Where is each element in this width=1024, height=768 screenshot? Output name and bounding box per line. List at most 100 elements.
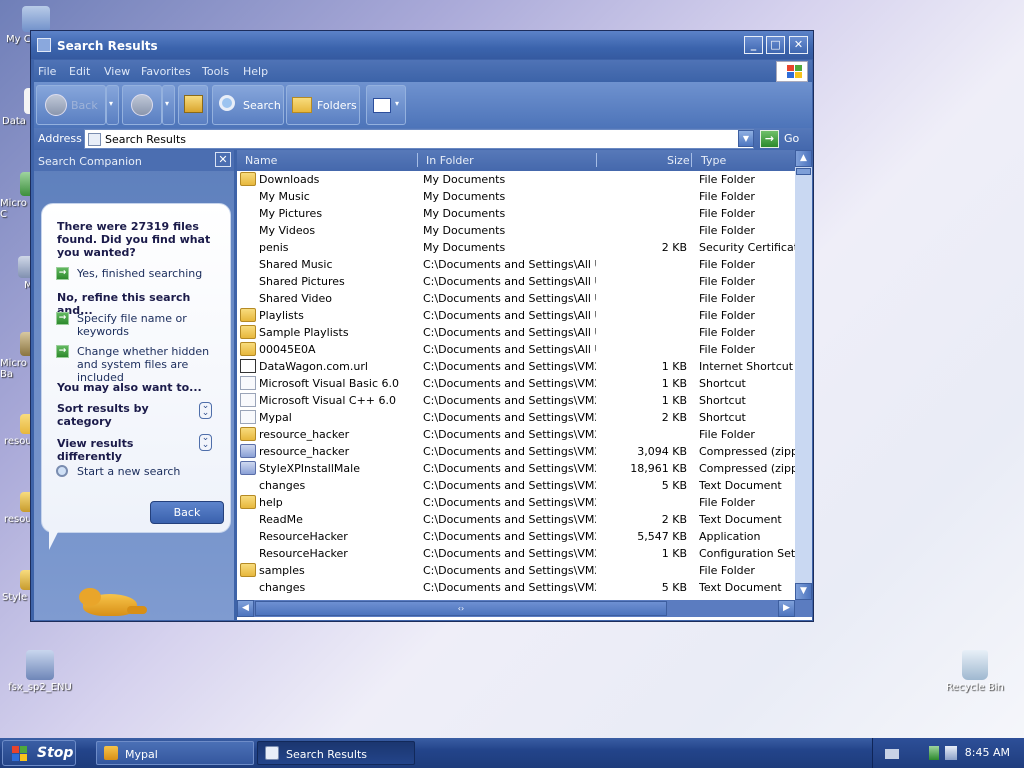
menu-favorites[interactable]: Favorites	[141, 65, 191, 78]
horizontal-scroll-thumb[interactable]: ‹›	[255, 601, 667, 616]
cell-size: 18,961 KB	[630, 462, 687, 475]
table-row[interactable]: changes C:\Documents and Settings\VM2... 5…	[237, 477, 795, 494]
folders-button[interactable]: Folders	[286, 85, 360, 125]
network-icon[interactable]	[929, 746, 939, 760]
search-results-icon	[88, 133, 101, 146]
search-dog-icon[interactable]	[79, 586, 149, 620]
cell-folder: C:\Documents and Settings\All U...	[423, 292, 596, 305]
search-button[interactable]: Search	[212, 85, 284, 125]
cell-name: My Music	[259, 190, 310, 203]
keyboard-icon[interactable]	[885, 749, 899, 759]
taskbar-button-mypal[interactable]: Mypal	[96, 741, 254, 765]
forward-arrow-icon	[131, 94, 153, 116]
companion-balloon: There were 27319 files found. Did you fi…	[41, 203, 231, 533]
scroll-right-arrow-icon[interactable]: ▶	[778, 600, 795, 617]
cell-type: Shortcut	[699, 411, 746, 424]
cell-size: 5 KB	[661, 479, 687, 492]
menu-tools[interactable]: Tools	[202, 65, 229, 78]
table-row[interactable]: Downloads My Documents File Folder	[237, 171, 795, 188]
cell-folder: C:\Documents and Settings\VM2...	[423, 377, 596, 390]
table-row[interactable]: 00045E0A C:\Documents and Settings\All U.…	[237, 341, 795, 358]
folder-icon	[240, 325, 256, 339]
menu-view[interactable]: View	[104, 65, 130, 78]
volume-icon[interactable]	[945, 746, 957, 760]
table-row[interactable]: Microsoft Visual Basic 6.0 C:\Documents a…	[237, 375, 795, 392]
table-row[interactable]: ResourceHacker C:\Documents and Settings\…	[237, 528, 795, 545]
column-name[interactable]: Name	[245, 154, 277, 167]
address-dropdown-button[interactable]: ▼	[738, 130, 754, 147]
table-row[interactable]: My Videos My Documents File Folder	[237, 222, 795, 239]
scroll-left-arrow-icon[interactable]: ◀	[237, 600, 254, 617]
menu-edit[interactable]: Edit	[69, 65, 90, 78]
cell-folder: C:\Documents and Settings\All U...	[423, 343, 596, 356]
shortcut-icon	[240, 376, 256, 390]
cell-name: resource_hacker	[259, 445, 350, 458]
forward-dropdown[interactable]: ▾	[162, 85, 175, 125]
table-row[interactable]: Shared Pictures C:\Documents and Settings…	[237, 273, 795, 290]
table-row[interactable]: changes C:\Documents and Settings\VM2... 5…	[237, 579, 795, 596]
menu-bar: File Edit View Favorites Tools Help	[34, 60, 812, 82]
cell-size: 1 KB	[661, 394, 687, 407]
cell-folder: My Documents	[423, 173, 506, 186]
table-row[interactable]: resource_hacker C:\Documents and Settings…	[237, 443, 795, 460]
table-row[interactable]: Shared Video C:\Documents and Settings\Al…	[237, 290, 795, 307]
desktop-icon-recycle-bin[interactable]: Recycle Bin	[935, 650, 1015, 693]
desktop-icon-fsx-sp2[interactable]: fsx_sp2_ENU	[0, 650, 80, 693]
cell-folder: My Documents	[423, 207, 506, 220]
shortcut-icon	[240, 393, 256, 407]
table-row[interactable]: resource_hacker C:\Documents and Settings…	[237, 426, 795, 443]
column-type[interactable]: Type	[701, 154, 726, 167]
up-folder-button[interactable]	[178, 85, 208, 125]
table-row[interactable]: Shared Music C:\Documents and Settings\Al…	[237, 256, 795, 273]
back-button[interactable]: Back	[36, 85, 106, 125]
cell-folder: C:\Documents and Settings\VM2...	[423, 513, 596, 526]
horizontal-scrollbar[interactable]: ◀ ‹› ▶	[237, 600, 795, 617]
table-row[interactable]: Sample Playlists C:\Documents and Setting…	[237, 324, 795, 341]
folder-icon	[240, 342, 256, 356]
column-size[interactable]: Size	[667, 154, 690, 167]
table-row[interactable]: help C:\Documents and Settings\VM2... File…	[237, 494, 795, 511]
companion-close-button[interactable]: ✕	[215, 152, 231, 167]
table-row[interactable]: StyleXPInstallMale C:\Documents and Setti…	[237, 460, 795, 477]
table-row[interactable]: ResourceHacker C:\Documents and Settings\…	[237, 545, 795, 562]
scroll-down-arrow-icon[interactable]: ▼	[795, 583, 812, 600]
vertical-scrollbar[interactable]: ▲ ▼	[795, 150, 812, 600]
title-bar[interactable]: Search Results _ □ ✕	[31, 31, 813, 59]
minimize-button[interactable]: _	[744, 36, 763, 54]
table-row[interactable]: Playlists C:\Documents and Settings\All U…	[237, 307, 795, 324]
menu-help[interactable]: Help	[243, 65, 268, 78]
menu-file[interactable]: File	[38, 65, 56, 78]
table-row[interactable]: Mypal C:\Documents and Settings\VM2... 2 K…	[237, 409, 795, 426]
maximize-button[interactable]: □	[766, 36, 785, 54]
table-row[interactable]: Microsoft Visual C++ 6.0 C:\Documents and…	[237, 392, 795, 409]
view-results-link[interactable]: View results differently	[57, 437, 197, 463]
cell-type: Application	[699, 530, 761, 543]
table-row[interactable]: My Music My Documents File Folder	[237, 188, 795, 205]
sort-expand-icon[interactable]: ⌄ ⌄	[199, 402, 212, 419]
chevron-down-icon: ▾	[109, 99, 114, 108]
table-row[interactable]: DataWagon.com.url C:\Documents and Settin…	[237, 358, 795, 375]
zip-icon	[240, 461, 256, 475]
also-heading: You may also want to...	[57, 381, 202, 394]
taskbar-button-search-results[interactable]: Search Results	[257, 741, 415, 765]
shortcut-icon	[240, 410, 256, 424]
address-input[interactable]: Search Results	[84, 129, 754, 149]
table-row[interactable]: My Pictures My Documents File Folder	[237, 205, 795, 222]
column-in-folder[interactable]: In Folder	[426, 154, 474, 167]
views-button[interactable]: ▾	[366, 85, 406, 125]
table-row[interactable]: samples C:\Documents and Settings\VM2... F…	[237, 562, 795, 579]
installer-icon	[26, 650, 54, 680]
forward-button[interactable]	[122, 85, 162, 125]
companion-back-button[interactable]: Back	[150, 501, 224, 524]
start-button[interactable]: Stop	[2, 740, 76, 766]
table-row[interactable]: ReadMe C:\Documents and Settings\VM2... 2 …	[237, 511, 795, 528]
view-expand-icon[interactable]: ⌄ ⌄	[199, 434, 212, 451]
table-row[interactable]: penis My Documents 2 KB Security Certificat…	[237, 239, 795, 256]
scroll-up-arrow-icon[interactable]: ▲	[795, 150, 812, 167]
sort-results-link[interactable]: Sort results by category	[57, 402, 177, 428]
go-button[interactable]: → Go	[760, 129, 808, 149]
vertical-scroll-thumb[interactable]	[796, 168, 811, 175]
back-dropdown[interactable]: ▾	[106, 85, 119, 125]
search-icon	[56, 465, 68, 477]
close-button[interactable]: ✕	[789, 36, 808, 54]
